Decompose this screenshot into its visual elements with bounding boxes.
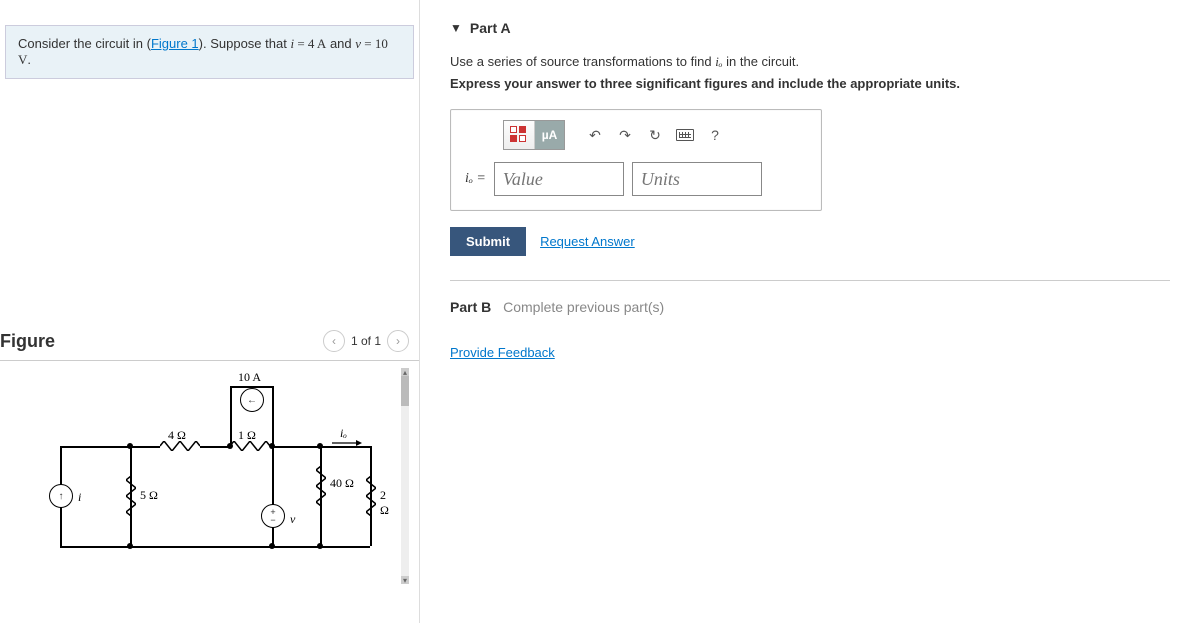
scroll-up-button[interactable]: ▴ bbox=[401, 368, 409, 376]
part-a-header[interactable]: ▼ Part A bbox=[450, 20, 1170, 36]
circuit-diagram: ↑ i ← 10 A +− v 4 Ω 1 Ω 5 Ω 40 Ω bbox=[60, 376, 390, 556]
scroll-down-button[interactable]: ▾ bbox=[401, 576, 409, 584]
figure-pager: ‹ 1 of 1 › bbox=[323, 330, 409, 352]
redo-button[interactable]: ↷ bbox=[611, 121, 639, 149]
problem-prompt: Consider the circuit in (Figure 1). Supp… bbox=[5, 25, 414, 79]
figure-link[interactable]: Figure 1 bbox=[151, 36, 199, 51]
resistor-5ohm bbox=[126, 476, 136, 516]
answer-widget: µA ↶ ↷ ↻ ? iₒ = bbox=[450, 109, 822, 211]
current-source-10a: ← bbox=[240, 388, 264, 412]
divider bbox=[450, 280, 1170, 281]
help-button[interactable]: ? bbox=[701, 121, 729, 149]
equation-label: iₒ = bbox=[465, 171, 486, 187]
part-b-row: Part B Complete previous part(s) bbox=[450, 299, 1170, 315]
part-a-title: Part A bbox=[470, 20, 511, 36]
resistor-2ohm bbox=[366, 476, 376, 516]
reset-button[interactable]: ↻ bbox=[641, 121, 669, 149]
resistor-40ohm bbox=[316, 466, 326, 506]
templates-button[interactable] bbox=[504, 121, 534, 149]
instruction-2: Express your answer to three significant… bbox=[450, 76, 1170, 91]
figure-next-button[interactable]: › bbox=[387, 330, 409, 352]
figure-prev-button[interactable]: ‹ bbox=[323, 330, 345, 352]
figure-pager-text: 1 of 1 bbox=[351, 334, 381, 348]
divider bbox=[0, 360, 419, 361]
answer-toolbar: µA ↶ ↷ ↻ ? bbox=[503, 120, 807, 150]
prompt-text: Consider the circuit in ( bbox=[18, 36, 151, 51]
figure-title: Figure bbox=[0, 331, 55, 352]
keyboard-icon bbox=[676, 129, 694, 141]
scrollbar-thumb[interactable] bbox=[401, 376, 409, 406]
units-input[interactable] bbox=[632, 162, 762, 196]
value-input[interactable] bbox=[494, 162, 624, 196]
io-arrow-icon bbox=[332, 438, 362, 448]
submit-button[interactable]: Submit bbox=[450, 227, 526, 256]
keyboard-button[interactable] bbox=[671, 121, 699, 149]
provide-feedback-link[interactable]: Provide Feedback bbox=[450, 345, 555, 360]
request-answer-link[interactable]: Request Answer bbox=[540, 234, 635, 249]
undo-button[interactable]: ↶ bbox=[581, 121, 609, 149]
units-button[interactable]: µA bbox=[534, 121, 564, 149]
part-b-status: Complete previous part(s) bbox=[503, 299, 664, 315]
caret-down-icon: ▼ bbox=[450, 21, 462, 35]
instruction-1: Use a series of source transformations t… bbox=[450, 54, 1170, 70]
current-source-i: ↑ bbox=[49, 484, 73, 508]
part-b-label: Part B bbox=[450, 299, 491, 315]
voltage-source-v: +− bbox=[261, 504, 285, 528]
